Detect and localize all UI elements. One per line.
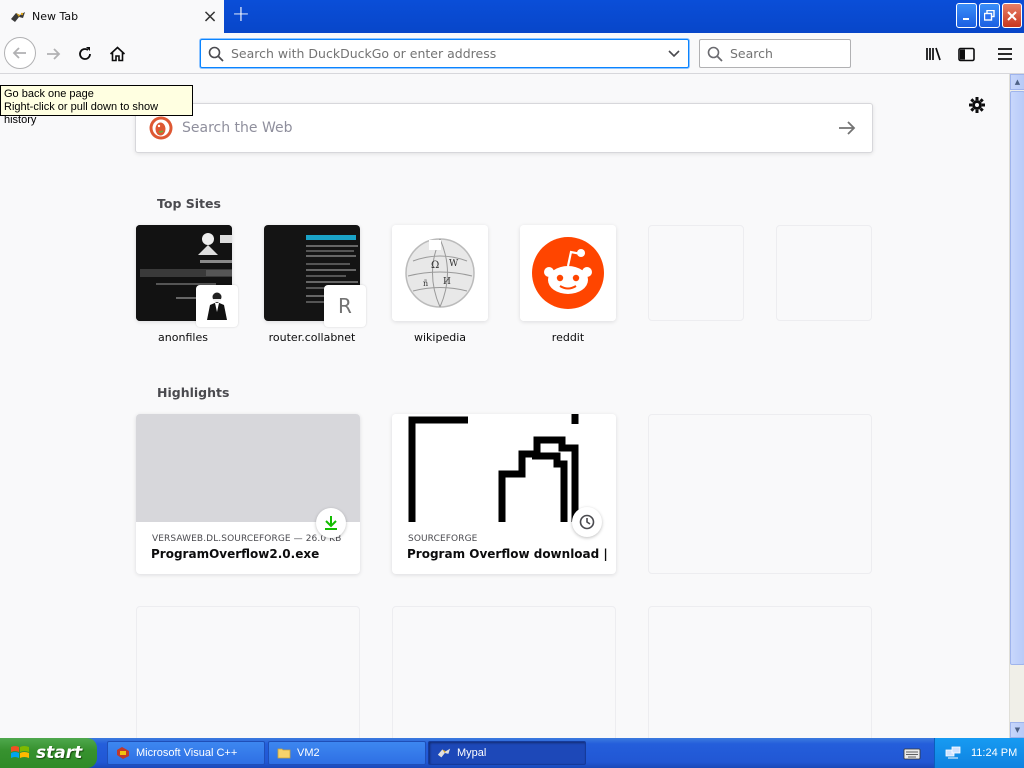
top-site-empty-slot[interactable] <box>776 225 872 321</box>
folder-icon <box>277 748 291 759</box>
sidebars-button[interactable] <box>952 41 980 67</box>
search-bar[interactable] <box>699 39 851 68</box>
system-tray: 11:24 PM <box>934 738 1024 768</box>
chevron-down-icon[interactable] <box>660 49 688 58</box>
highlight-preview-image <box>136 414 360 522</box>
arrow-right-icon[interactable] <box>822 121 872 135</box>
library-button[interactable] <box>920 41 948 67</box>
search-icon <box>201 46 231 62</box>
mypal-favicon-icon <box>11 11 25 22</box>
reddit-logo-icon <box>520 225 616 321</box>
restore-icon <box>984 10 995 21</box>
highlight-card-history[interactable]: SOURCEFORGE Program Overflow download | … <box>392 414 616 574</box>
home-button[interactable] <box>102 39 132 69</box>
minimize-button[interactable] <box>956 3 977 28</box>
highlight-empty-slot <box>392 606 616 738</box>
tooltip-line-1: Go back one page <box>4 88 94 100</box>
home-icon <box>109 46 125 62</box>
reload-icon <box>79 47 91 60</box>
tooltip-line-2: Right-click or pull down to show history <box>4 101 159 126</box>
highlight-empty-slot <box>648 606 872 738</box>
top-site-anonfiles[interactable] <box>136 225 238 327</box>
highlight-preview-image <box>392 414 616 522</box>
taskbar: start Microsoft Visual C++ VM2 Mypal 11:… <box>0 738 1024 768</box>
minimize-icon <box>962 17 969 20</box>
new-tab-button[interactable]: + <box>229 4 253 28</box>
top-site-wikipedia[interactable]: Ω W И ñ <box>392 225 488 321</box>
library-icon <box>926 47 941 61</box>
site-badge-letter: R <box>338 294 352 318</box>
router-letter-icon: R <box>324 285 366 327</box>
top-site-label: router.collabnet <box>268 331 356 344</box>
highlight-source: SOURCEFORGE <box>408 534 478 544</box>
close-icon <box>1007 10 1017 21</box>
highlight-card-download[interactable]: VERSAWEB.DL.SOURCEFORGE — 26.0 KB Progra… <box>136 414 360 574</box>
highlight-title: ProgramOverflow2.0.exe <box>151 547 320 561</box>
keyboard-icon[interactable] <box>903 746 921 760</box>
top-sites-heading: Top Sites <box>157 196 221 211</box>
svg-text:И: И <box>443 277 451 287</box>
svg-text:ñ: ñ <box>423 279 428 288</box>
taskbar-item-mypal[interactable]: Mypal <box>428 741 586 765</box>
sidebar-icon <box>957 47 975 61</box>
tab-close-icon[interactable]: × <box>196 7 224 26</box>
search-icon <box>700 46 730 62</box>
reload-button[interactable] <box>70 39 100 69</box>
web-search-input[interactable] <box>182 120 822 136</box>
visual-cpp-icon <box>117 747 129 759</box>
scrollbar-thumb[interactable] <box>1010 91 1024 665</box>
tab-title: New Tab <box>32 10 79 23</box>
taskbar-item-vm2[interactable]: VM2 <box>268 741 426 765</box>
web-search-box[interactable] <box>135 103 873 153</box>
top-site-label: reddit <box>551 331 585 344</box>
back-arrow-icon <box>12 47 26 59</box>
tab-strip: New Tab × + <box>0 0 1024 33</box>
window-close-button[interactable] <box>1002 3 1022 28</box>
task-label: Microsoft Visual C++ <box>136 747 238 759</box>
highlight-empty-slot <box>648 414 872 574</box>
top-site-label: anonfiles <box>158 331 208 344</box>
wikipedia-globe-icon: Ω W И ñ <box>392 225 488 321</box>
forward-button[interactable] <box>38 39 68 69</box>
network-icon[interactable] <box>945 745 961 761</box>
restore-button[interactable] <box>979 3 1000 28</box>
back-button[interactable] <box>4 37 36 69</box>
task-label: Mypal <box>457 747 487 759</box>
back-button-tooltip: Go back one page Right-click or pull dow… <box>0 85 193 126</box>
top-site-empty-slot[interactable] <box>648 225 744 321</box>
navigation-toolbar <box>0 33 1024 74</box>
search-input[interactable] <box>730 46 850 61</box>
top-site-reddit[interactable] <box>520 225 616 321</box>
scroll-up-arrow-icon[interactable]: ▲ <box>1010 74 1024 90</box>
hamburger-menu-icon <box>998 48 1012 60</box>
download-icon <box>316 508 346 538</box>
anonfiles-favicon-icon <box>196 285 238 327</box>
history-clock-icon <box>572 507 602 537</box>
highlight-empty-slot <box>136 606 360 738</box>
svg-text:Ω: Ω <box>431 260 439 271</box>
new-tab-page: Top Sites anonfiles <box>0 75 1009 738</box>
task-label: VM2 <box>297 747 320 759</box>
highlights-heading: Highlights <box>157 385 230 400</box>
highlight-source: VERSAWEB.DL.SOURCEFORGE — 26.0 KB <box>152 534 342 544</box>
tab-new-tab[interactable]: New Tab × <box>0 0 224 33</box>
address-input[interactable] <box>231 46 660 61</box>
clock: 11:24 PM <box>971 747 1018 759</box>
top-site-label: wikipedia <box>413 331 466 344</box>
start-label: start <box>36 743 83 763</box>
vertical-scrollbar[interactable]: ▲ ▼ <box>1009 74 1024 738</box>
address-bar[interactable] <box>200 39 689 68</box>
menu-button[interactable] <box>991 41 1019 67</box>
mypal-icon <box>437 748 451 758</box>
highlight-title: Program Overflow download | S... <box>407 547 607 561</box>
windows-logo-icon <box>11 746 29 758</box>
top-site-router-collabnet[interactable]: R <box>264 225 366 327</box>
scroll-down-arrow-icon[interactable]: ▼ <box>1010 722 1024 738</box>
customize-gear-icon[interactable] <box>966 94 988 116</box>
svg-text:W: W <box>449 259 459 269</box>
taskbar-item-visual-cpp[interactable]: Microsoft Visual C++ <box>107 741 265 765</box>
start-button[interactable]: start <box>0 738 97 768</box>
forward-arrow-icon <box>47 48 61 60</box>
